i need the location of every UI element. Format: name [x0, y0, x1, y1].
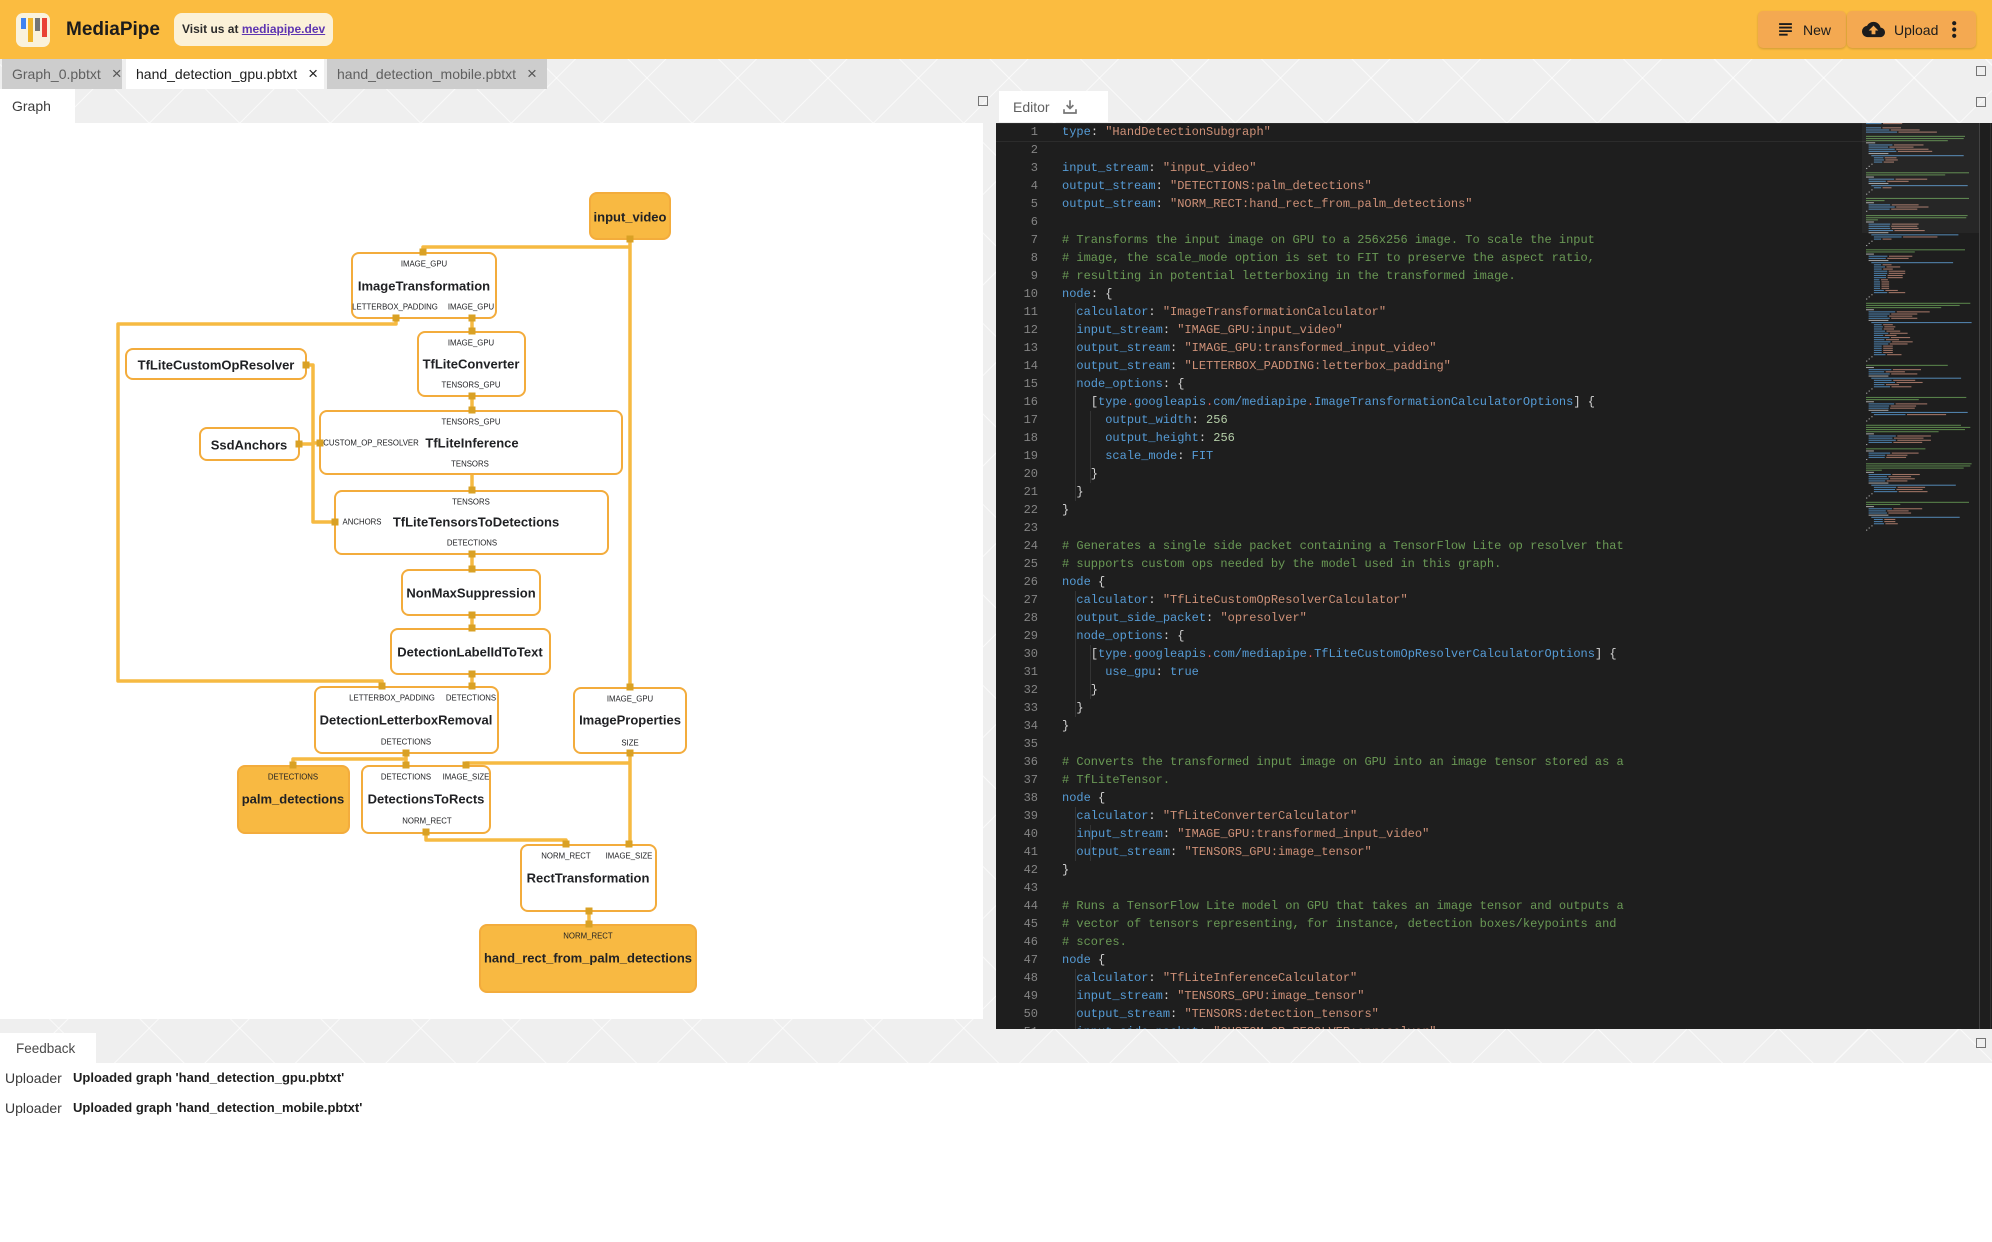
svg-text:TfLiteInference: TfLiteInference [425, 436, 518, 451]
svg-text:NonMaxSuppression: NonMaxSuppression [406, 586, 535, 601]
svg-text:NORM_RECT: NORM_RECT [541, 852, 591, 861]
svg-text:IMAGE_GPU: IMAGE_GPU [607, 695, 654, 704]
svg-text:IMAGE_GPU: IMAGE_GPU [448, 303, 495, 312]
svg-text:DETECTIONS: DETECTIONS [381, 773, 431, 782]
svg-text:DetectionLabelIdToText: DetectionLabelIdToText [397, 645, 543, 660]
svg-text:ANCHORS: ANCHORS [343, 518, 382, 527]
svg-text:TENSORS_GPU: TENSORS_GPU [442, 418, 501, 427]
svg-text:LETTERBOX_PADDING: LETTERBOX_PADDING [352, 303, 438, 312]
svg-text:CUSTOM_OP_RESOLVER: CUSTOM_OP_RESOLVER [323, 439, 419, 448]
svg-text:hand_rect_from_palm_detections: hand_rect_from_palm_detections [484, 951, 692, 966]
svg-text:NORM_RECT: NORM_RECT [402, 817, 452, 826]
svg-text:IMAGE_SIZE: IMAGE_SIZE [443, 773, 490, 782]
svg-text:IMAGE_GPU: IMAGE_GPU [448, 339, 495, 348]
svg-text:DETECTIONS: DETECTIONS [381, 738, 431, 747]
svg-text:ImageTransformation: ImageTransformation [358, 279, 490, 294]
svg-text:NORM_RECT: NORM_RECT [563, 932, 613, 941]
svg-text:TENSORS: TENSORS [452, 498, 490, 507]
svg-text:palm_detections: palm_detections [242, 792, 345, 807]
svg-text:RectTransformation: RectTransformation [527, 871, 650, 886]
svg-text:LETTERBOX_PADDING: LETTERBOX_PADDING [349, 694, 435, 703]
svg-text:SIZE: SIZE [621, 739, 638, 748]
svg-text:DETECTIONS: DETECTIONS [268, 773, 318, 782]
svg-text:ImageProperties: ImageProperties [579, 713, 681, 728]
svg-text:DetectionLetterboxRemoval: DetectionLetterboxRemoval [320, 713, 493, 728]
svg-text:TfLiteConverter: TfLiteConverter [423, 357, 520, 372]
svg-text:DETECTIONS: DETECTIONS [446, 694, 496, 703]
svg-text:TfLiteCustomOpResolver: TfLiteCustomOpResolver [138, 358, 295, 373]
svg-text:DetectionsToRects: DetectionsToRects [368, 792, 485, 807]
svg-text:IMAGE_GPU: IMAGE_GPU [401, 260, 448, 269]
svg-text:DETECTIONS: DETECTIONS [447, 539, 497, 548]
svg-text:TENSORS: TENSORS [451, 460, 489, 469]
svg-text:IMAGE_SIZE: IMAGE_SIZE [606, 852, 653, 861]
svg-text:input_video: input_video [594, 210, 667, 225]
svg-text:TfLiteTensorsToDetections: TfLiteTensorsToDetections [393, 515, 559, 530]
svg-text:SsdAnchors: SsdAnchors [211, 438, 288, 453]
svg-text:TENSORS_GPU: TENSORS_GPU [442, 381, 501, 390]
